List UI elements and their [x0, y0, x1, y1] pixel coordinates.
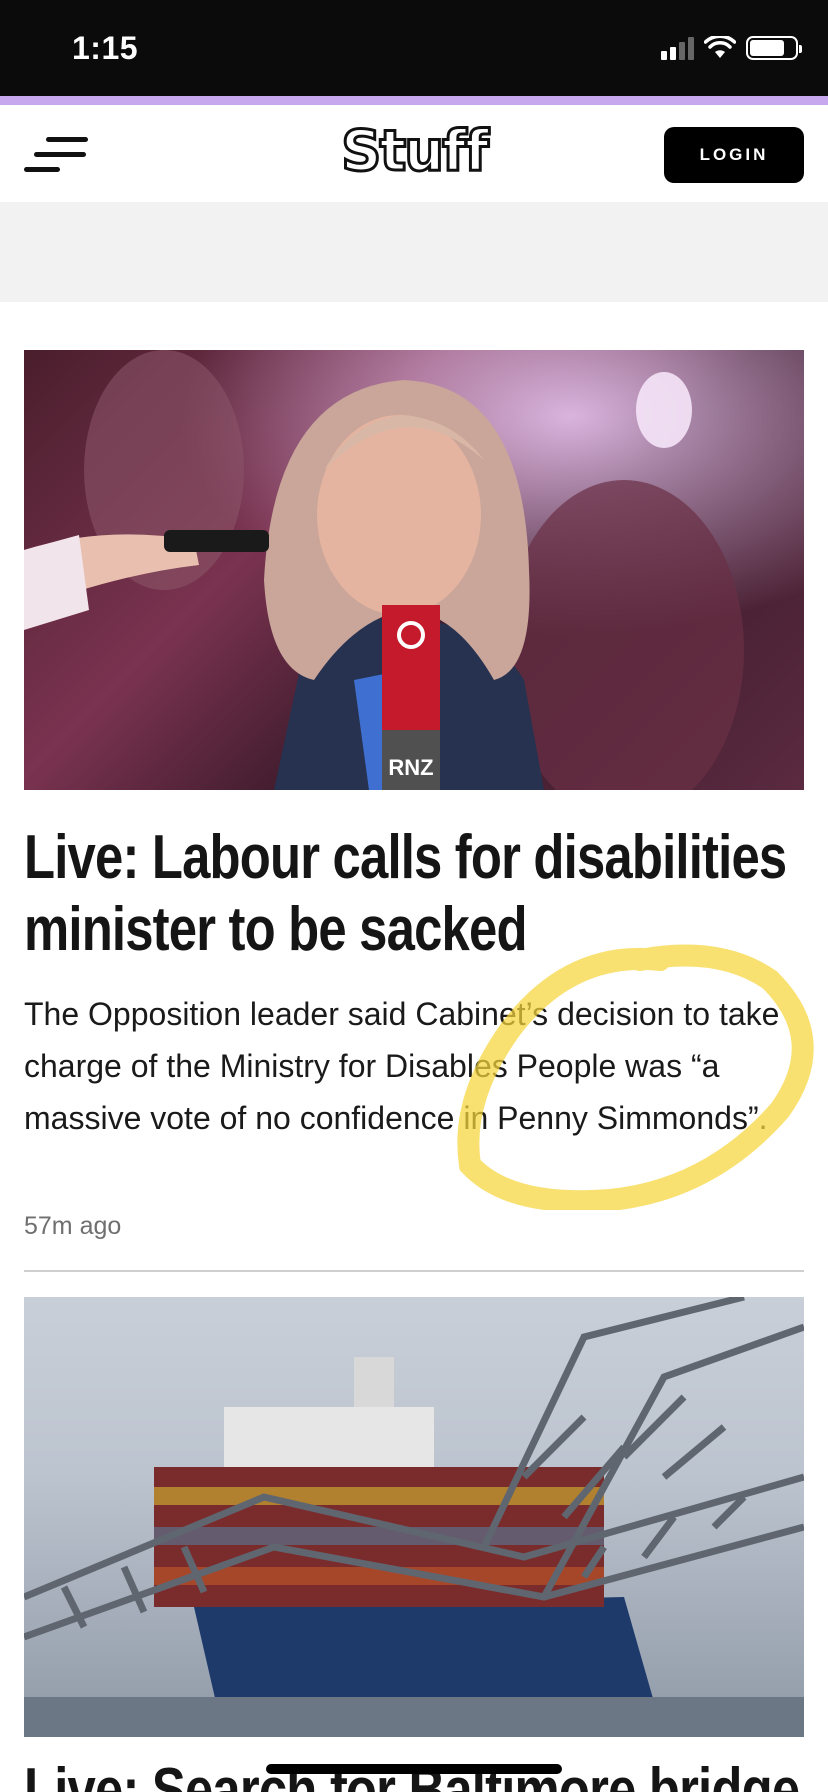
battery-icon	[746, 36, 802, 60]
status-icons	[661, 36, 802, 60]
site-header: Stuff LOGIN	[0, 105, 828, 202]
article-image[interactable]: RNZ	[24, 350, 804, 790]
article-image[interactable]	[24, 1297, 804, 1737]
status-time: 1:15	[72, 30, 139, 66]
article-headline[interactable]: Live: Labour calls for disabilities mini…	[24, 822, 804, 966]
rnz-badge: RNZ	[388, 755, 433, 780]
article-divider	[24, 1270, 804, 1272]
status-bar: 1:15	[0, 0, 828, 96]
home-indicator[interactable]	[266, 1764, 562, 1774]
login-button[interactable]: LOGIN	[664, 127, 804, 183]
wifi-icon	[704, 36, 736, 58]
article-photo-illustration: RNZ	[24, 350, 804, 790]
accent-stripe	[0, 96, 828, 105]
ad-slot	[0, 202, 828, 302]
article-summary: The Opposition leader said Cabinet’s dec…	[24, 996, 780, 1136]
cellular-signal-icon	[661, 36, 694, 60]
article-photo-illustration	[24, 1297, 804, 1737]
article-timestamp: 57m ago	[24, 1212, 122, 1240]
